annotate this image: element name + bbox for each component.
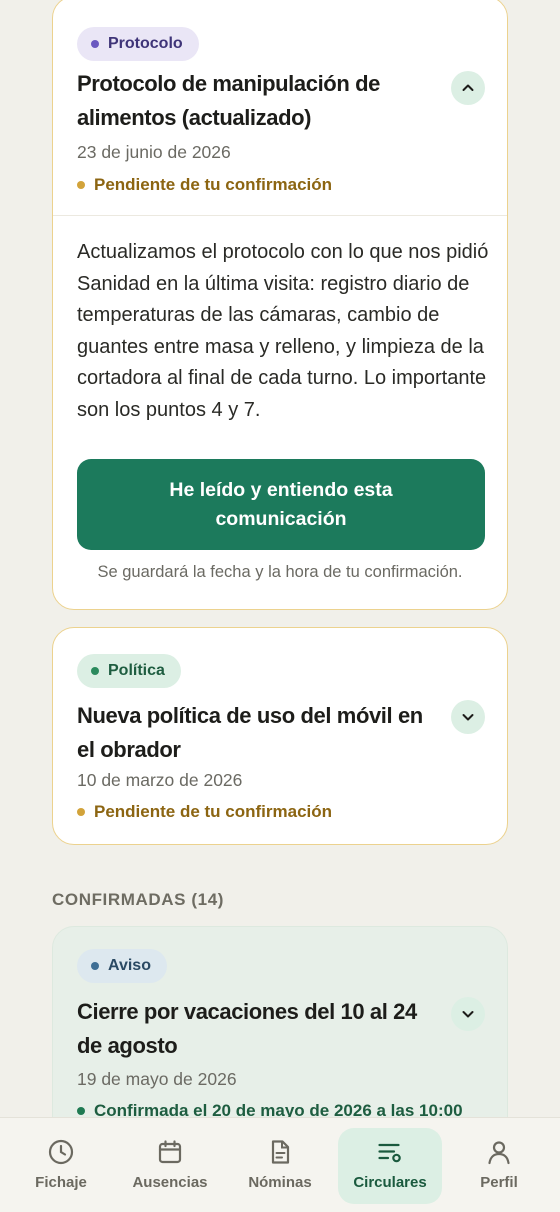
calendar-icon	[158, 1140, 182, 1164]
confirm-note: Se guardará la fecha y la hora de tu con…	[97, 563, 463, 581]
badge-dot	[91, 962, 99, 970]
status-pending: Pendiente de tu confirmación	[77, 175, 332, 195]
confirmed-section-heading: CONFIRMADAS (14)	[52, 890, 225, 909]
status-dot	[77, 181, 85, 189]
chevron-down-icon	[462, 714, 474, 721]
badge-dot	[91, 667, 99, 675]
document-icon	[271, 1140, 290, 1164]
circular-title: Cierre por vacaciones del 10 al 24 de ag…	[77, 999, 417, 1058]
circular-body: Actualizamos el protocolo con lo que nos…	[77, 241, 489, 421]
status-dot	[77, 1107, 85, 1115]
category-label: Aviso	[108, 957, 151, 974]
circular-title: Protocolo de manipulación de alimentos (…	[77, 71, 380, 130]
status-pending: Pendiente de tu confirmación	[77, 802, 332, 822]
category-badge: Protocolo	[77, 27, 199, 61]
chevron-down-icon	[462, 1011, 474, 1018]
tab-label: Perfil	[480, 1174, 518, 1191]
expand-button[interactable]	[451, 700, 485, 734]
tab-ausencias[interactable]: Ausencias	[118, 1128, 222, 1204]
clock-icon	[48, 1139, 74, 1165]
tab-fichaje[interactable]: Fichaje	[9, 1128, 113, 1204]
circular-date: 23 de junio de 2026	[77, 142, 231, 162]
chevron-up-icon	[462, 84, 474, 91]
badge-dot	[91, 40, 99, 48]
category-badge: Política	[77, 654, 181, 688]
divider	[53, 215, 507, 216]
tab-label: Nóminas	[248, 1174, 312, 1191]
confirm-read-button[interactable]: He leído y entiendo esta comunicación	[77, 459, 485, 550]
category-badge: Aviso	[77, 949, 167, 983]
tab-nominas[interactable]: Nóminas	[228, 1128, 332, 1204]
tab-label: Circulares	[353, 1174, 427, 1191]
circular-date: 10 de marzo de 2026	[77, 770, 243, 790]
tab-label: Fichaje	[35, 1174, 87, 1191]
user-icon	[488, 1141, 510, 1165]
expand-button[interactable]	[451, 997, 485, 1031]
circular-card-protocolo[interactable]: Protocolo Protocolo de manipulación de a…	[52, 0, 508, 610]
category-label: Política	[108, 662, 165, 679]
circulars-icon	[378, 1143, 401, 1163]
circular-title: Nueva política de uso del móvil en el ob…	[77, 703, 423, 762]
circular-card-politica[interactable]: Política Nueva política de uso del móvil…	[52, 627, 508, 845]
status-dot	[77, 808, 85, 816]
category-label: Protocolo	[108, 35, 183, 52]
tab-perfil[interactable]: Perfil	[447, 1128, 551, 1204]
tab-circulares[interactable]: Circulares	[338, 1128, 442, 1204]
tab-label: Ausencias	[132, 1174, 208, 1191]
status-label: Pendiente de tu confirmación	[94, 175, 333, 194]
circular-date: 19 de mayo de 2026	[77, 1069, 237, 1089]
status-label: Pendiente de tu confirmación	[94, 802, 333, 821]
bottom-tab-bar: Fichaje Ausencias Nóminas Circulares Per…	[0, 1117, 560, 1212]
collapse-button[interactable]	[451, 71, 485, 105]
circular-card-aviso[interactable]: Aviso Cierre por vacaciones del 10 al 24…	[52, 926, 508, 1146]
